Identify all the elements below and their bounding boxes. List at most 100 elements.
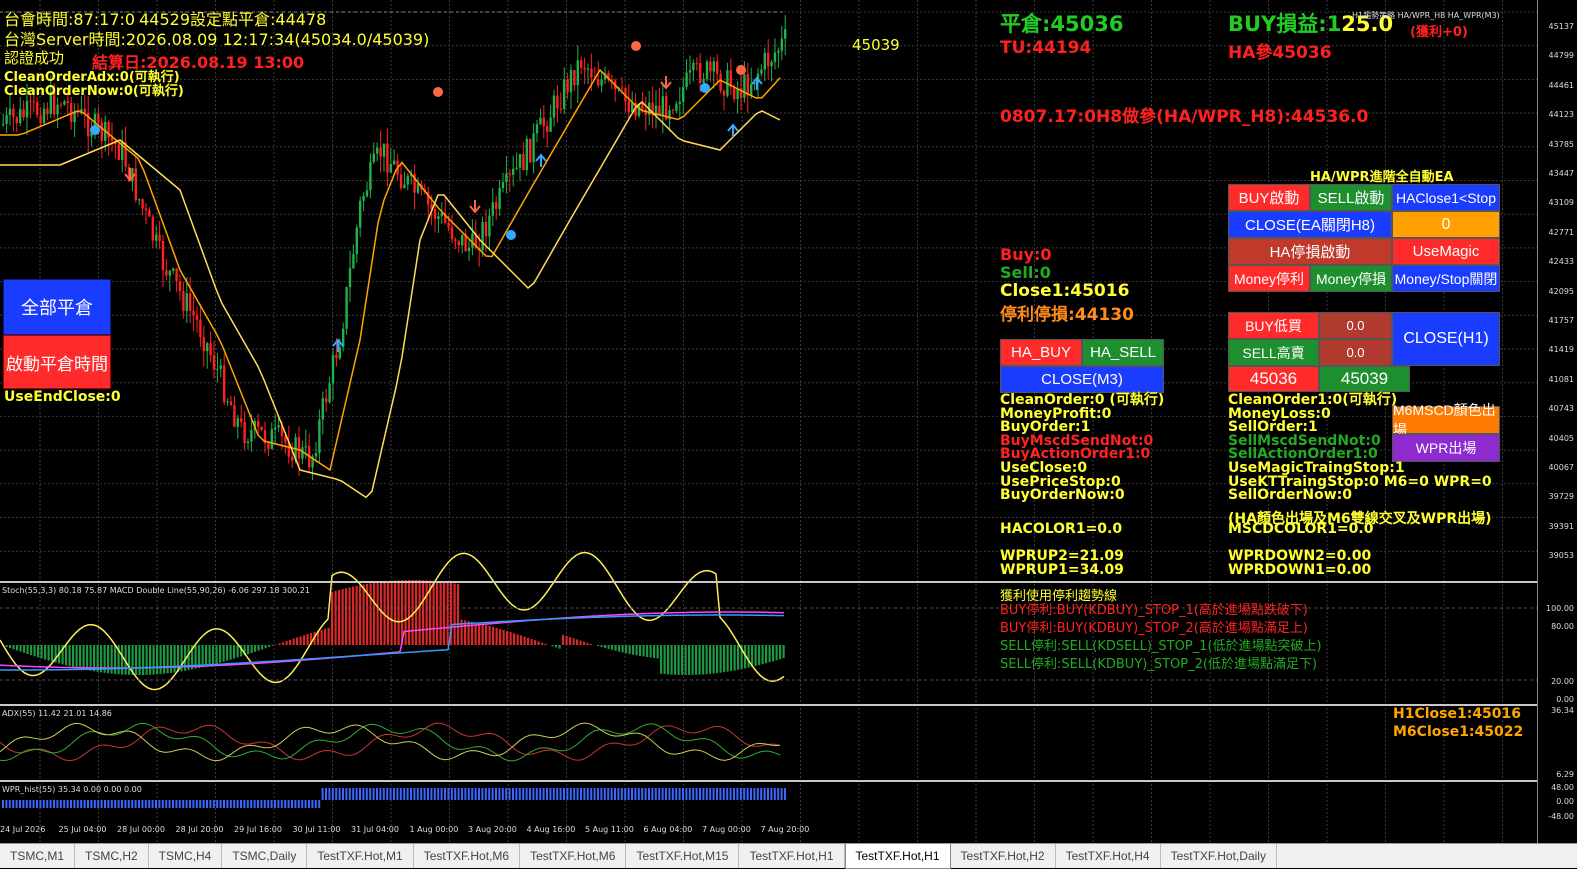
- price-scale-label: 40405: [1549, 434, 1574, 443]
- chart-tab[interactable]: TestTXF.Hot,M6: [414, 844, 520, 868]
- sell-high-value[interactable]: 0.0: [1319, 339, 1392, 366]
- wpr-bar: [583, 788, 585, 800]
- buy-profit-label: BUY損益:1: [1228, 12, 1341, 36]
- macd-bar: [335, 591, 337, 645]
- chart-tab[interactable]: TestTXF.Hot,H1: [739, 844, 844, 868]
- wpr-bar: [148, 800, 150, 808]
- wpr-bar: [444, 788, 446, 800]
- subwindow-separator[interactable]: [0, 704, 1537, 706]
- wpr-bar: [271, 800, 273, 808]
- chart-tab[interactable]: TestTXF.Hot,M1: [307, 844, 413, 868]
- chart-tab[interactable]: TestTXF.Hot,H1: [845, 844, 951, 869]
- wpr-bar: [753, 788, 755, 800]
- ha-buy-button[interactable]: HA_BUY: [1000, 339, 1082, 366]
- wpr-title: WPR_hist(55) 35.34 0.00 0.00 0.00: [2, 785, 142, 794]
- wpr-scale-label: 0.00: [1556, 797, 1574, 806]
- close-m3-button[interactable]: CLOSE(M3): [1000, 366, 1164, 393]
- stoch-scale-label: 100.00: [1546, 604, 1574, 613]
- start-close-time-button[interactable]: 啟動平倉時間: [3, 335, 111, 389]
- time-label: 30 Jul 11:00: [293, 825, 341, 834]
- wpr-bar: [267, 800, 269, 808]
- close-h1-button[interactable]: CLOSE(H1): [1392, 312, 1500, 366]
- macd-bar: [363, 585, 365, 645]
- buy-low-button[interactable]: BUY低買: [1228, 312, 1319, 339]
- chart-tab[interactable]: TestTXF.Hot,Daily: [1161, 844, 1277, 868]
- wpr-bar: [696, 788, 698, 800]
- wpr-bar: [529, 788, 531, 800]
- wpr-bar: [216, 800, 218, 808]
- close-ea-button[interactable]: CLOSE(EA關閉H8): [1228, 211, 1392, 238]
- macd-bar: [573, 638, 575, 645]
- wpr-bar: [522, 788, 524, 800]
- money-stop-button[interactable]: Money停損: [1310, 265, 1392, 292]
- wpr-bar: [60, 800, 62, 808]
- wpr-scale-label: -48.00: [1548, 812, 1574, 821]
- chart-tab[interactable]: TSMC,H2: [75, 844, 149, 868]
- chart-tab[interactable]: TestTXF.Hot,M15: [626, 844, 739, 868]
- sell-high-button[interactable]: SELL高賣: [1228, 339, 1319, 366]
- chart-tab[interactable]: TSMC,Daily: [222, 844, 307, 868]
- wpr-bar: [288, 800, 290, 808]
- subwindow-separator[interactable]: [0, 581, 1537, 583]
- ha-sell-button[interactable]: HA_SELL: [1082, 339, 1164, 366]
- chart-tab[interactable]: TestTXF.Hot,H2: [951, 844, 1056, 868]
- macd-bar: [293, 639, 295, 645]
- sell-start-button[interactable]: SELL啟動: [1310, 184, 1392, 211]
- macd-bar: [517, 634, 519, 645]
- macd-bar: [296, 638, 298, 645]
- buy-low-value[interactable]: 0.0: [1319, 312, 1392, 339]
- ea-zero-value[interactable]: 0: [1392, 211, 1500, 238]
- wpr-bar: [247, 800, 249, 808]
- wpr-bar: [53, 800, 55, 808]
- wpr-bar: [566, 788, 568, 800]
- macd-bar: [482, 624, 484, 645]
- wpr-bar: [655, 788, 657, 800]
- price-scale[interactable]: 4513744799444614412343785434474310942771…: [1537, 0, 1577, 843]
- macd-bar: [247, 645, 249, 654]
- use-magic-button[interactable]: UseMagic: [1392, 238, 1500, 265]
- wpr-bar: [777, 788, 779, 800]
- ha-close-button[interactable]: HAClose1<Stop: [1392, 184, 1500, 211]
- close-all-button[interactable]: 全部平倉: [3, 279, 111, 335]
- buy-start-button[interactable]: BUY啟動: [1228, 184, 1310, 211]
- macd-bar: [489, 626, 491, 645]
- macd-bar: [51, 645, 53, 662]
- chart-tab[interactable]: TestTXF.Hot,M6: [520, 844, 626, 868]
- wpr-bar: [502, 788, 504, 800]
- bid-price: 45036: [1228, 366, 1319, 392]
- macd-bar: [226, 645, 228, 661]
- wpr-bar: [73, 800, 75, 808]
- chart-tab[interactable]: TSMC,H4: [149, 844, 223, 868]
- ha-stop-button[interactable]: HA停損啟動: [1228, 238, 1392, 265]
- wpr-bar: [131, 800, 133, 808]
- wpr-bar: [349, 788, 351, 800]
- macd-bar: [685, 645, 687, 675]
- money-profit-button[interactable]: Money停利: [1228, 265, 1310, 292]
- wpr-bar: [141, 800, 143, 808]
- close1-value: Close1:45016: [1000, 281, 1129, 301]
- macd-bar: [447, 582, 449, 645]
- chart-tab[interactable]: TSMC,M1: [0, 844, 75, 868]
- wpr-bar: [369, 788, 371, 800]
- macd-bar: [72, 645, 74, 667]
- wpr-bar: [43, 800, 45, 808]
- macd-bar: [209, 645, 211, 665]
- macd-bar: [331, 592, 333, 645]
- macd-bar: [398, 580, 400, 645]
- wpr-bar: [553, 788, 555, 800]
- wpr-bar: [498, 788, 500, 800]
- macd-bar: [265, 645, 267, 648]
- macd-bar: [405, 580, 407, 645]
- wpr-bar: [396, 788, 398, 800]
- macd-bar: [142, 645, 144, 675]
- subwindow-separator[interactable]: [0, 780, 1537, 782]
- wpr-bar: [182, 800, 184, 808]
- wpr-bar: [192, 800, 194, 808]
- macd-bar: [534, 640, 536, 645]
- wpr-bar: [413, 788, 415, 800]
- chart-tab[interactable]: TestTXF.Hot,H4: [1056, 844, 1161, 868]
- wpr-bar: [505, 788, 507, 800]
- wpr-bar: [243, 800, 245, 808]
- money-stop-close-button[interactable]: Money/Stop關閉: [1392, 265, 1500, 292]
- wpr-bar: [764, 788, 766, 800]
